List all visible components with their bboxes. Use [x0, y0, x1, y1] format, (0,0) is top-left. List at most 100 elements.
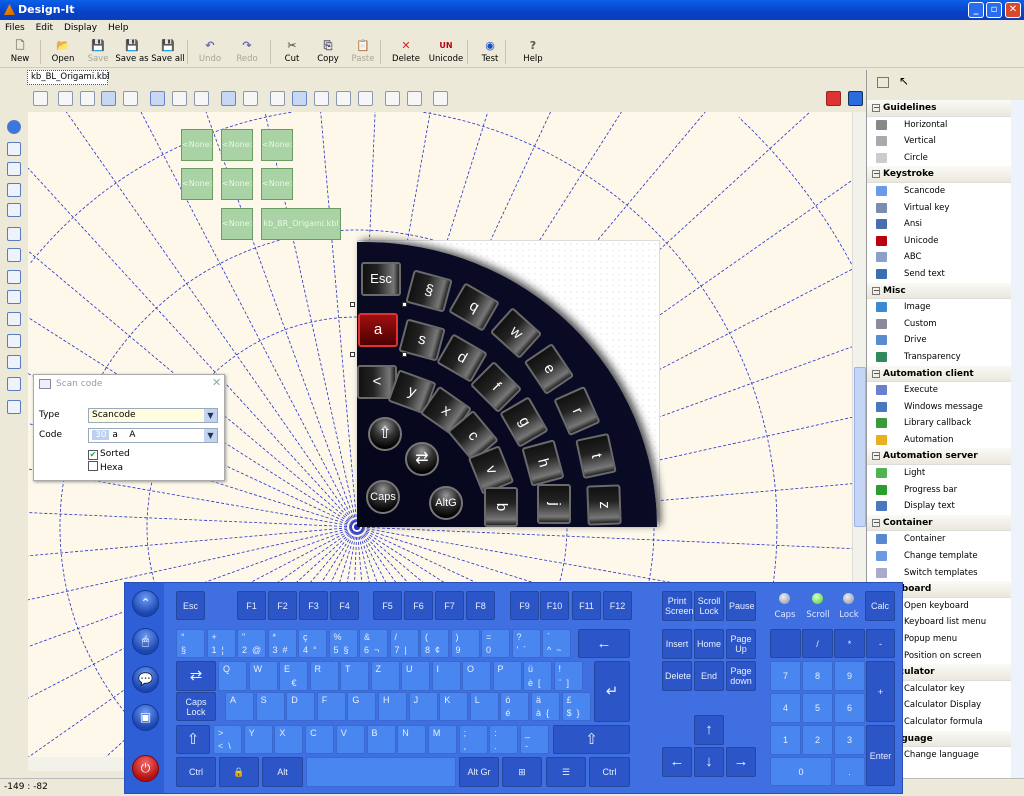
- key-f1[interactable]: F1: [237, 591, 266, 620]
- numpad-key-2[interactable]: 2: [802, 725, 833, 755]
- lock-icon[interactable]: [33, 91, 48, 106]
- key-f12[interactable]: F12: [603, 591, 632, 620]
- toolbar-save-all-button[interactable]: 💾 Save all: [150, 38, 186, 66]
- guide-line[interactable]: [356, 526, 852, 549]
- move-down-icon[interactable]: [336, 91, 351, 106]
- toolbox-item-progress-bar[interactable]: Progress bar: [867, 482, 1011, 499]
- key-f2[interactable]: F2: [268, 591, 297, 620]
- key-letter[interactable]: > < \: [213, 725, 242, 754]
- key-page-down[interactable]: Page down: [726, 661, 756, 691]
- tool-icon-4[interactable]: [7, 183, 21, 197]
- key-tab[interactable]: ⇄: [176, 661, 216, 691]
- key-caps-lock[interactable]: Caps Lock: [176, 692, 216, 721]
- key-f6[interactable]: F6: [404, 591, 433, 620]
- key-number-row[interactable]: / 7 |: [389, 629, 419, 658]
- toolbar-cut-button[interactable]: ✂ Cut: [279, 38, 305, 66]
- origami-key-b[interactable]: b: [484, 487, 518, 527]
- type-select[interactable]: Scancode ▼: [88, 408, 218, 423]
- fill-icon[interactable]: [243, 91, 258, 106]
- close-doc-icon[interactable]: [826, 91, 841, 106]
- toolbox-item-drive[interactable]: Drive: [867, 332, 1011, 349]
- key-letter[interactable]: Y: [243, 725, 273, 754]
- toolbox-item-circle[interactable]: Circle: [867, 150, 1011, 167]
- power-button[interactable]: ⏻: [132, 755, 159, 782]
- toolbox-item-switch-templates[interactable]: Switch templates: [867, 565, 1011, 582]
- toolbar-paste-button[interactable]: 📋 Paste: [348, 38, 378, 66]
- tool-icon-11[interactable]: [7, 334, 21, 348]
- key-f3[interactable]: F3: [299, 591, 328, 620]
- key-f9[interactable]: F9: [510, 591, 539, 620]
- key-number-row[interactable]: ` ^ ~: [542, 629, 571, 658]
- toolbox-item-container[interactable]: Container: [867, 531, 1011, 548]
- key-letter[interactable]: Z: [370, 661, 400, 691]
- ungroup-icon[interactable]: [407, 91, 422, 106]
- key-letter[interactable]: T: [340, 661, 369, 691]
- toolbox-item-transparency[interactable]: Transparency: [867, 349, 1011, 366]
- key-letter[interactable]: ;,: [458, 725, 488, 754]
- frame-icon[interactable]: [172, 91, 187, 106]
- key-alt-gr[interactable]: Alt Gr: [459, 757, 499, 787]
- key-letter[interactable]: E €: [279, 661, 308, 691]
- toolbox-item-custom[interactable]: Custom: [867, 316, 1011, 333]
- maximize-button[interactable]: ▫: [986, 2, 1002, 18]
- numpad-key-9[interactable]: 9: [834, 661, 865, 691]
- toolbar-open-button[interactable]: 📂 Open: [46, 38, 80, 66]
- key-letter[interactable]: P: [492, 661, 522, 691]
- close-button[interactable]: ✕: [1005, 2, 1021, 18]
- numpad-key-blank[interactable]: [770, 629, 801, 658]
- key-right-shift[interactable]: ⇧: [553, 725, 630, 754]
- toolbar-help-button[interactable]: ? Help: [518, 38, 548, 66]
- section-guidelines[interactable]: − Guidelines: [867, 100, 1011, 117]
- select-icon[interactable]: [58, 91, 73, 106]
- placeholder-cell[interactable]: <None>: [221, 168, 253, 200]
- toolbox-item-virtual-key[interactable]: Virtual key: [867, 200, 1011, 217]
- toolbar-unicode-button[interactable]: UN Unicode: [428, 38, 464, 66]
- snap-icon[interactable]: [123, 91, 138, 106]
- grid-icon[interactable]: [101, 91, 116, 106]
- numpad-key-+[interactable]: +: [866, 661, 895, 722]
- key-letter[interactable]: H: [378, 692, 407, 721]
- collapse-icon[interactable]: −: [872, 286, 880, 295]
- toolbar-undo-button[interactable]: ↶ Undo: [195, 38, 225, 66]
- key-letter[interactable]: X: [274, 725, 304, 754]
- key-scroll-lock[interactable]: Scroll Lock: [694, 591, 724, 621]
- key-letter[interactable]: ä à {: [531, 692, 560, 721]
- numpad-key-7[interactable]: 7: [770, 661, 801, 691]
- key-f4[interactable]: F4: [330, 591, 359, 620]
- key-number-row[interactable]: = 0: [481, 629, 510, 658]
- toolbox-item-image[interactable]: Image: [867, 299, 1011, 316]
- windows-icon[interactable]: [877, 77, 889, 88]
- guide-circle[interactable]: [738, 117, 852, 265]
- tool-icon-8[interactable]: [7, 270, 21, 284]
- caps-round-key[interactable]: Caps: [366, 480, 400, 514]
- toolbox-item-ansi[interactable]: Ansi: [867, 216, 1011, 233]
- toolbox-item-execute[interactable]: Execute: [867, 382, 1011, 399]
- menu-edit[interactable]: Edit: [36, 23, 53, 33]
- key-number-row[interactable]: * 3 #: [267, 629, 297, 658]
- guide-line[interactable]: [28, 526, 358, 557]
- collapse-icon[interactable]: −: [872, 369, 880, 378]
- altgr-round-key[interactable]: AltG: [429, 486, 463, 520]
- pointer-icon[interactable]: ↖: [899, 74, 909, 88]
- collapse-icon[interactable]: −: [872, 104, 880, 112]
- placeholder-cell[interactable]: <None>: [261, 129, 293, 161]
- tool-icon-1[interactable]: [7, 120, 21, 134]
- code-select[interactable]: 30 a A ▼: [88, 428, 218, 443]
- key-letter[interactable]: V: [335, 725, 365, 754]
- placeholder-cell[interactable]: <None>: [181, 129, 213, 161]
- numpad-key-0[interactable]: 0: [770, 757, 832, 786]
- properties-icon[interactable]: [358, 91, 373, 106]
- minimize-button[interactable]: _: [968, 2, 984, 18]
- key-page-up[interactable]: Page Up: [726, 629, 756, 659]
- key-number-row[interactable]: +1 ¦: [206, 629, 236, 658]
- panel-scrollbar[interactable]: [1011, 100, 1024, 778]
- key-number-row[interactable]: % 5 §: [328, 629, 358, 658]
- toolbox-item-windows-message[interactable]: Windows message: [867, 399, 1011, 416]
- key-letter[interactable]: I: [431, 661, 461, 691]
- tab-document[interactable]: kb_BL_Origami.kbl: [27, 70, 110, 85]
- numpad-key-Calc[interactable]: Calc: [865, 591, 895, 621]
- key-letter[interactable]: W: [248, 661, 278, 691]
- toolbox-item-library-callback[interactable]: Library callback: [867, 415, 1011, 432]
- key-space[interactable]: [306, 757, 456, 787]
- key-letter[interactable]: R: [309, 661, 339, 691]
